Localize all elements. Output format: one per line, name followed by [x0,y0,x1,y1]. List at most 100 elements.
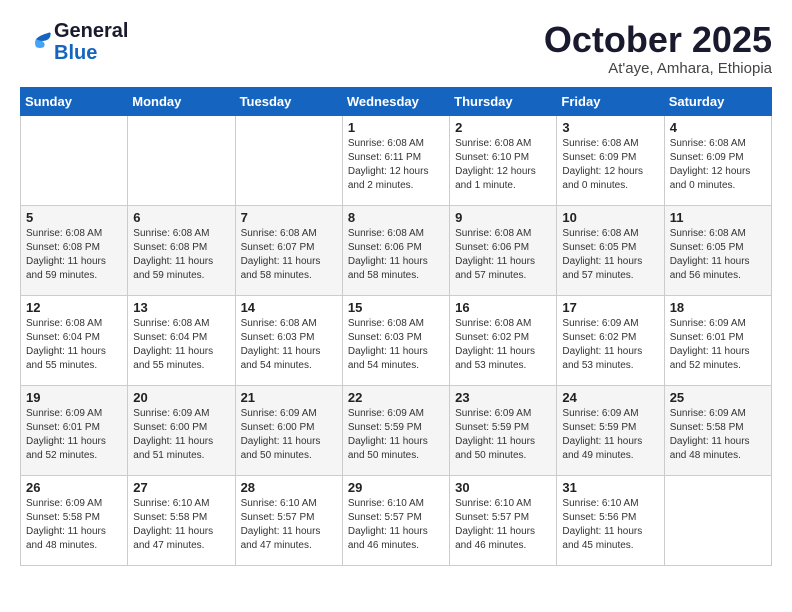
calendar-cell: 1 Sunrise: 6:08 AM Sunset: 6:11 PM Daylig… [342,115,449,205]
calendar-cell: 13 Sunrise: 6:08 AM Sunset: 6:04 PM Dayli… [128,295,235,385]
logo-bird-icon [20,31,52,53]
day-number: 14 [241,300,337,315]
day-info: Sunrise: 6:09 AM Sunset: 5:59 PM Dayligh… [455,407,551,463]
day-number: 30 [455,480,551,495]
day-number: 8 [348,210,444,225]
day-number: 29 [348,480,444,495]
calendar-week-row: 19 Sunrise: 6:09 AM Sunset: 6:01 PM Dayli… [21,385,772,475]
calendar-cell [235,115,342,205]
day-number: 7 [241,210,337,225]
month-title: October 2025 [544,20,772,60]
calendar-cell: 25 Sunrise: 6:09 AM Sunset: 5:58 PM Dayli… [664,385,771,475]
day-info: Sunrise: 6:08 AM Sunset: 6:07 PM Dayligh… [241,227,337,283]
calendar-cell: 2 Sunrise: 6:08 AM Sunset: 6:10 PM Daylig… [450,115,557,205]
day-info: Sunrise: 6:08 AM Sunset: 6:04 PM Dayligh… [26,317,122,373]
day-info: Sunrise: 6:08 AM Sunset: 6:02 PM Dayligh… [455,317,551,373]
day-info: Sunrise: 6:10 AM Sunset: 5:56 PM Dayligh… [562,497,658,553]
weekday-header: Thursday [450,87,557,115]
calendar-cell: 4Sunrise: 6:08 AM Sunset: 6:09 PM Daylig… [664,115,771,205]
weekday-header: Tuesday [235,87,342,115]
day-info: Sunrise: 6:09 AM Sunset: 6:00 PM Dayligh… [241,407,337,463]
day-info: Sunrise: 6:08 AM Sunset: 6:03 PM Dayligh… [348,317,444,373]
day-number: 18 [670,300,766,315]
calendar-table: SundayMondayTuesdayWednesdayThursdayFrid… [20,87,772,566]
calendar-cell: 9 Sunrise: 6:08 AM Sunset: 6:06 PM Daylig… [450,205,557,295]
day-number: 27 [133,480,229,495]
calendar-cell: 31Sunrise: 6:10 AM Sunset: 5:56 PM Dayli… [557,475,664,565]
day-info: Sunrise: 6:08 AM Sunset: 6:03 PM Dayligh… [241,317,337,373]
calendar-week-row: 12 Sunrise: 6:08 AM Sunset: 6:04 PM Dayli… [21,295,772,385]
calendar-cell [664,475,771,565]
day-number: 13 [133,300,229,315]
day-number: 20 [133,390,229,405]
day-number: 25 [670,390,766,405]
day-info: Sunrise: 6:08 AM Sunset: 6:05 PM Dayligh… [562,227,658,283]
day-info: Sunrise: 6:09 AM Sunset: 5:58 PM Dayligh… [26,497,122,553]
day-number: 4 [670,120,766,135]
day-number: 5 [26,210,122,225]
calendar-cell: 7 Sunrise: 6:08 AM Sunset: 6:07 PM Daylig… [235,205,342,295]
day-number: 1 [348,120,444,135]
day-info: Sunrise: 6:08 AM Sunset: 6:06 PM Dayligh… [455,227,551,283]
day-number: 21 [241,390,337,405]
calendar-cell: 20 Sunrise: 6:09 AM Sunset: 6:00 PM Dayli… [128,385,235,475]
calendar-cell: 30 Sunrise: 6:10 AM Sunset: 5:57 PM Dayli… [450,475,557,565]
day-info: Sunrise: 6:08 AM Sunset: 6:06 PM Dayligh… [348,227,444,283]
calendar-cell: 11Sunrise: 6:08 AM Sunset: 6:05 PM Dayli… [664,205,771,295]
day-info: Sunrise: 6:10 AM Sunset: 5:57 PM Dayligh… [455,497,551,553]
day-number: 16 [455,300,551,315]
day-info: Sunrise: 6:09 AM Sunset: 6:02 PM Dayligh… [562,317,658,373]
day-info: Sunrise: 6:08 AM Sunset: 6:11 PM Dayligh… [348,137,444,193]
calendar-week-row: 1 Sunrise: 6:08 AM Sunset: 6:11 PM Daylig… [21,115,772,205]
calendar-week-row: 26 Sunrise: 6:09 AM Sunset: 5:58 PM Dayli… [21,475,772,565]
calendar-cell: 23Sunrise: 6:09 AM Sunset: 5:59 PM Dayli… [450,385,557,475]
calendar-cell: 17 Sunrise: 6:09 AM Sunset: 6:02 PM Dayli… [557,295,664,385]
day-number: 19 [26,390,122,405]
title-block: October 2025 At'aye, Amhara, Ethiopia [544,20,772,77]
calendar-cell: 28Sunrise: 6:10 AM Sunset: 5:57 PM Dayli… [235,475,342,565]
calendar-cell: 14 Sunrise: 6:08 AM Sunset: 6:03 PM Dayli… [235,295,342,385]
calendar-cell: 19 Sunrise: 6:09 AM Sunset: 6:01 PM Dayli… [21,385,128,475]
day-info: Sunrise: 6:08 AM Sunset: 6:08 PM Dayligh… [133,227,229,283]
weekday-header-row: SundayMondayTuesdayWednesdayThursdayFrid… [21,87,772,115]
day-info: Sunrise: 6:10 AM Sunset: 5:58 PM Dayligh… [133,497,229,553]
calendar-cell: 18Sunrise: 6:09 AM Sunset: 6:01 PM Dayli… [664,295,771,385]
day-info: Sunrise: 6:09 AM Sunset: 6:00 PM Dayligh… [133,407,229,463]
day-info: Sunrise: 6:08 AM Sunset: 6:05 PM Dayligh… [670,227,766,283]
logo-general: General [54,20,128,42]
weekday-header: Monday [128,87,235,115]
day-number: 26 [26,480,122,495]
day-number: 17 [562,300,658,315]
calendar-cell: 15 Sunrise: 6:08 AM Sunset: 6:03 PM Dayli… [342,295,449,385]
day-info: Sunrise: 6:10 AM Sunset: 5:57 PM Dayligh… [348,497,444,553]
day-info: Sunrise: 6:09 AM Sunset: 5:59 PM Dayligh… [562,407,658,463]
calendar-cell: 27 Sunrise: 6:10 AM Sunset: 5:58 PM Dayli… [128,475,235,565]
weekday-header: Wednesday [342,87,449,115]
weekday-header: Saturday [664,87,771,115]
day-info: Sunrise: 6:09 AM Sunset: 5:58 PM Dayligh… [670,407,766,463]
day-info: Sunrise: 6:08 AM Sunset: 6:08 PM Dayligh… [26,227,122,283]
calendar-cell: 24Sunrise: 6:09 AM Sunset: 5:59 PM Dayli… [557,385,664,475]
day-number: 12 [26,300,122,315]
day-info: Sunrise: 6:08 AM Sunset: 6:04 PM Dayligh… [133,317,229,373]
calendar-cell: 21 Sunrise: 6:09 AM Sunset: 6:00 PM Dayli… [235,385,342,475]
day-number: 9 [455,210,551,225]
weekday-header: Sunday [21,87,128,115]
page-header: General Blue October 2025 At'aye, Amhara… [20,20,772,77]
calendar-cell: 16 Sunrise: 6:08 AM Sunset: 6:02 PM Dayli… [450,295,557,385]
day-info: Sunrise: 6:10 AM Sunset: 5:57 PM Dayligh… [241,497,337,553]
calendar-cell: 5 Sunrise: 6:08 AM Sunset: 6:08 PM Daylig… [21,205,128,295]
weekday-header: Friday [557,87,664,115]
calendar-cell: 26 Sunrise: 6:09 AM Sunset: 5:58 PM Dayli… [21,475,128,565]
calendar-cell [128,115,235,205]
calendar-cell: 29 Sunrise: 6:10 AM Sunset: 5:57 PM Dayli… [342,475,449,565]
day-number: 6 [133,210,229,225]
calendar-cell: 3Sunrise: 6:08 AM Sunset: 6:09 PM Daylig… [557,115,664,205]
day-number: 15 [348,300,444,315]
day-info: Sunrise: 6:08 AM Sunset: 6:10 PM Dayligh… [455,137,551,193]
day-info: Sunrise: 6:09 AM Sunset: 6:01 PM Dayligh… [26,407,122,463]
day-number: 2 [455,120,551,135]
day-info: Sunrise: 6:08 AM Sunset: 6:09 PM Dayligh… [562,137,658,193]
calendar-cell: 12 Sunrise: 6:08 AM Sunset: 6:04 PM Dayli… [21,295,128,385]
day-number: 22 [348,390,444,405]
